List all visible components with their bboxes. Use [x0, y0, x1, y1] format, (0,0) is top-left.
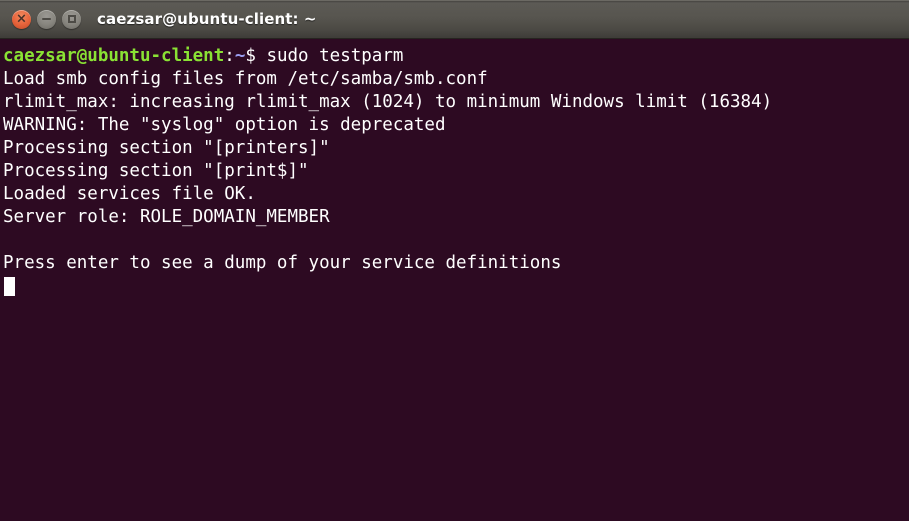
window-title: caezsar@ubuntu-client: ~: [97, 10, 317, 28]
prompt-sigil: $: [245, 46, 256, 66]
prompt-command: sudo testparm: [255, 46, 404, 66]
prompt-path: ~: [234, 46, 246, 66]
terminal-line: Press enter to see a dump of your servic…: [3, 253, 562, 273]
terminal-line: Processing section "[print$]": [3, 161, 309, 181]
terminal-line: rlimit_max: increasing rlimit_max (1024)…: [3, 92, 773, 112]
terminal-line: Server role: ROLE_DOMAIN_MEMBER: [3, 207, 330, 227]
window-controls: ×: [12, 9, 81, 29]
terminal-output-area[interactable]: caezsar@ubuntu-client:~$ sudo testparm L…: [0, 39, 909, 521]
terminal-line: WARNING: The "syslog" option is deprecat…: [3, 115, 446, 135]
terminal-line: Load smb config files from /etc/samba/sm…: [3, 69, 488, 89]
terminal-line: Loaded services file OK.: [3, 184, 256, 204]
close-icon: ×: [16, 11, 27, 26]
close-button[interactable]: ×: [12, 9, 31, 29]
terminal-line: Processing section "[printers]": [3, 138, 330, 158]
text-cursor: [4, 277, 15, 296]
terminal-cursor-line: [3, 275, 909, 298]
minimize-button[interactable]: [37, 9, 56, 29]
maximize-icon: [67, 15, 76, 23]
terminal-prompt-line: caezsar@ubuntu-client:~$ sudo testparm: [3, 45, 909, 68]
prompt-separator: :: [224, 46, 235, 66]
terminal-window: × caezsar@ubuntu-client: ~ caezsar@ubunt…: [0, 0, 909, 521]
prompt-user-host: caezsar@ubuntu-client: [3, 46, 225, 66]
minimize-icon: [42, 18, 51, 20]
window-titlebar[interactable]: × caezsar@ubuntu-client: ~: [0, 0, 909, 39]
maximize-button[interactable]: [62, 9, 81, 29]
